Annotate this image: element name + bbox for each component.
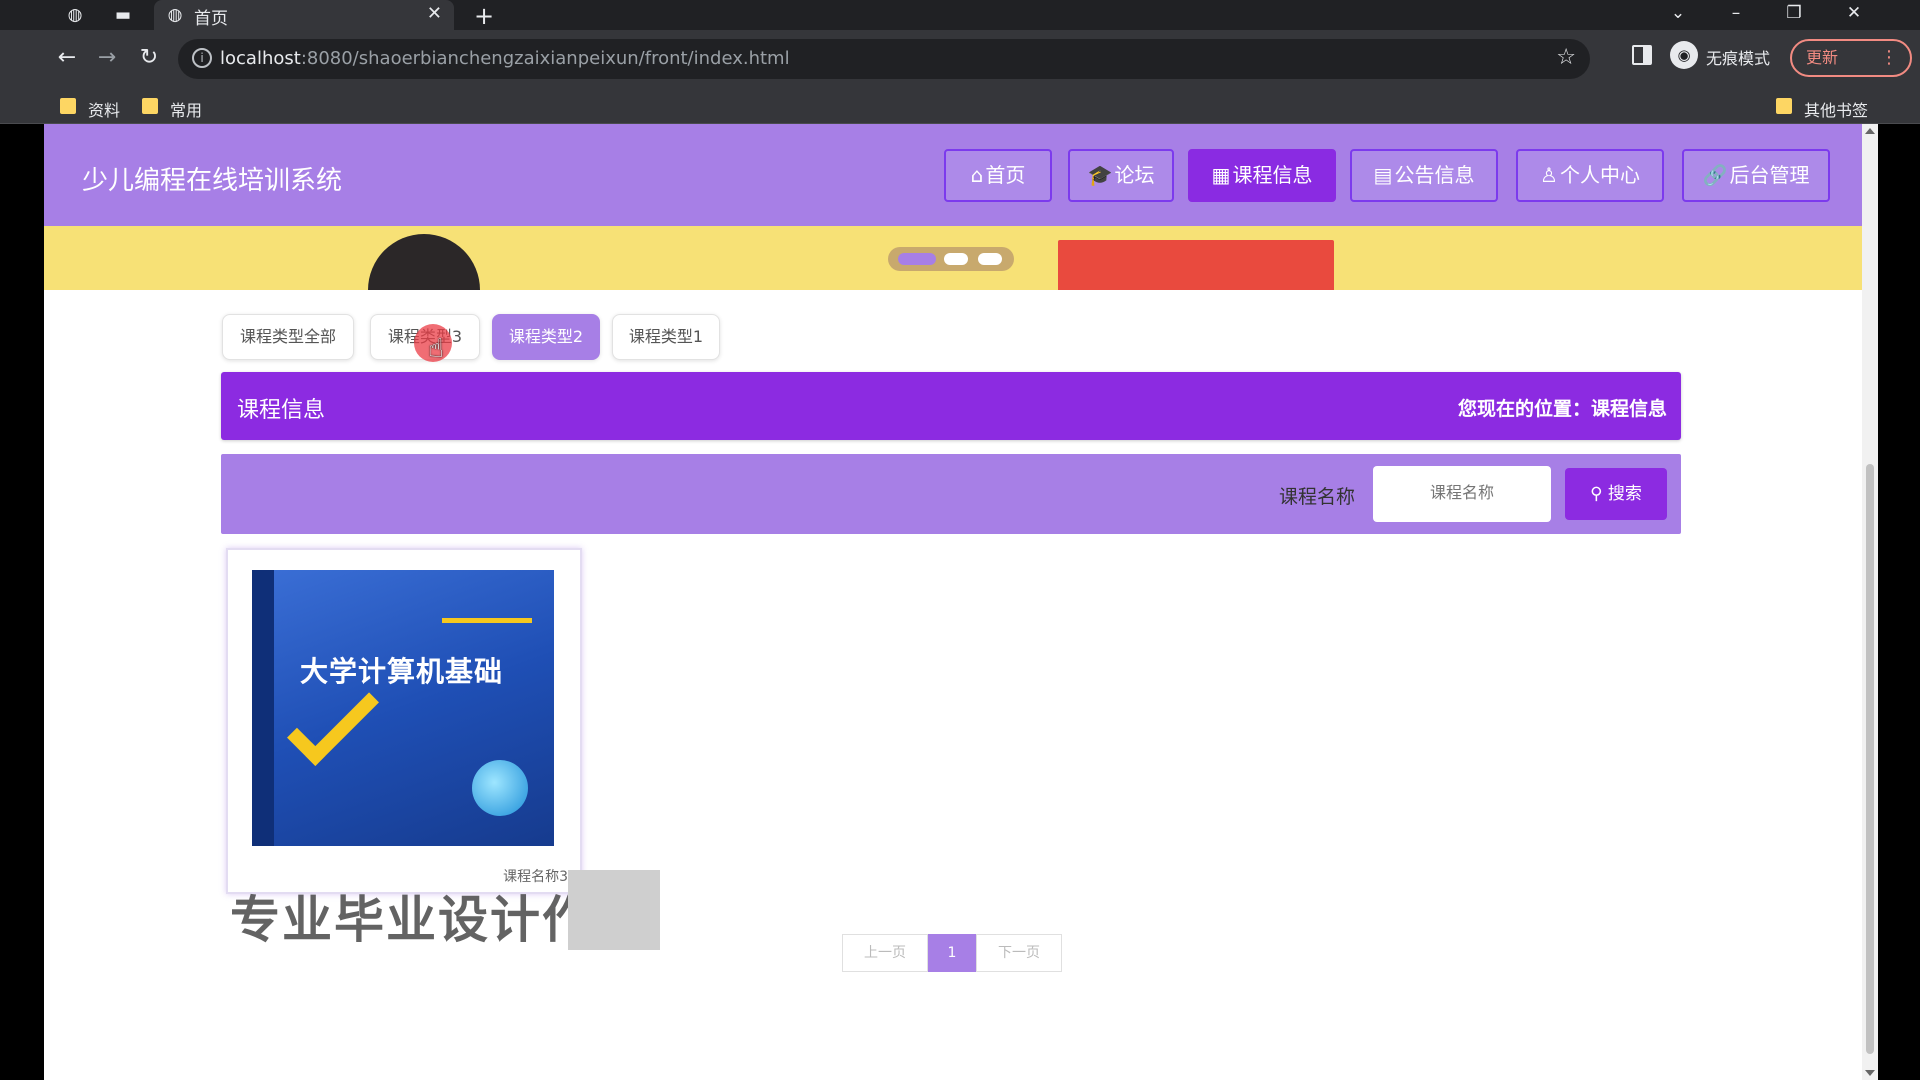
scroll-thumb[interactable] <box>1866 464 1874 1054</box>
folder-icon <box>1776 98 1792 114</box>
bookmark-folder[interactable]: 常用 <box>142 97 202 121</box>
search-bar: 课程名称 ⚲ 搜索 <box>221 454 1681 534</box>
graduation-cap-icon: 🎓 <box>1087 163 1113 187</box>
category-tab-all[interactable]: 课程类型全部 <box>222 314 354 360</box>
site-header: 少儿编程在线培训系统 ⌂ 首页 🎓 论坛 ▦ 课程信息 ▤ 公告信息 ♙ 个人中心 🔗 后台… <box>44 124 1862 226</box>
side-panel-icon[interactable] <box>1632 45 1652 65</box>
grid-icon: ▦ <box>1211 163 1231 187</box>
next-page-button[interactable]: 下一页 <box>976 934 1062 972</box>
tab-search-icon[interactable]: ▬ <box>112 4 134 26</box>
tab-close-icon[interactable]: ✕ <box>427 3 442 24</box>
bookmark-star-icon[interactable]: ☆ <box>1556 45 1576 70</box>
update-button[interactable]: 更新 ⋮ <box>1790 39 1912 77</box>
banner-figure <box>368 234 480 290</box>
prev-page-button[interactable]: 上一页 <box>842 934 928 972</box>
bookmark-folder[interactable]: 资料 <box>60 97 120 121</box>
incognito-icon[interactable]: ◉ <box>1670 41 1698 69</box>
url-text[interactable]: localhost:8080/shaoerbianchengzaixianpei… <box>220 48 790 69</box>
web-page: 少儿编程在线培训系统 ⌂ 首页 🎓 论坛 ▦ 课程信息 ▤ 公告信息 ♙ 个人中心 🔗 后台… <box>44 124 1862 1080</box>
nav-home[interactable]: ⌂ 首页 <box>944 149 1052 202</box>
browser-tab[interactable]: ◍ 首页 ✕ <box>154 0 454 30</box>
carousel-dot[interactable] <box>898 253 936 265</box>
category-tab-2[interactable]: 课程类型2 <box>492 314 600 360</box>
book-spine <box>252 570 274 846</box>
hand-cursor-icon: ☝ <box>428 334 444 364</box>
carousel-indicators <box>888 247 1014 271</box>
notice-icon: ▤ <box>1373 163 1393 187</box>
restore-icon[interactable]: ❐ <box>1766 0 1822 28</box>
window-close-icon[interactable]: ✕ <box>1826 0 1882 28</box>
address-bar[interactable]: i localhost:8080/shaoerbianchengzaixianp… <box>178 39 1590 79</box>
search-input[interactable] <box>1373 466 1551 522</box>
breadcrumb: 您现在的位置：课程信息 <box>1457 398 1667 420</box>
reload-icon[interactable]: ↻ <box>134 43 164 73</box>
nav-course-info[interactable]: ▦ 课程信息 <box>1188 149 1336 202</box>
search-label: 课程名称 <box>1279 486 1356 508</box>
scroll-down-icon[interactable] <box>1865 1070 1875 1076</box>
scroll-up-icon[interactable] <box>1865 128 1875 134</box>
category-tab-1[interactable]: 课程类型1 <box>612 314 720 360</box>
tab-favicon-icon: ◍ <box>167 5 183 25</box>
search-button[interactable]: ⚲ 搜索 <box>1565 468 1667 520</box>
book-cover-title: 大学计算机基础 <box>300 655 504 688</box>
course-cover-image[interactable]: 大学计算机基础 <box>252 570 554 846</box>
carousel-dot[interactable] <box>978 253 1002 265</box>
back-icon[interactable]: ← <box>52 43 82 73</box>
minimize-icon[interactable]: – <box>1708 0 1764 28</box>
nav-announcements[interactable]: ▤ 公告信息 <box>1350 149 1498 202</box>
carousel-dot[interactable] <box>944 253 968 265</box>
site-info-icon[interactable]: i <box>192 48 212 68</box>
nav-admin[interactable]: 🔗 后台管理 <box>1682 149 1830 202</box>
tab-list-chevron-icon[interactable]: ⌄ <box>1650 0 1706 28</box>
watermark-blur <box>568 870 660 950</box>
globe-graphic <box>472 760 528 816</box>
new-tab-icon[interactable]: + <box>474 2 494 30</box>
folder-icon <box>142 98 158 114</box>
other-bookmarks[interactable]: 其他书签 <box>1776 97 1868 121</box>
bookmarks-bar: 资料 常用 其他书签 <box>0 88 1920 124</box>
page-scrollbar[interactable] <box>1862 124 1878 1080</box>
course-card[interactable]: 大学计算机基础 课程名称3 <box>226 548 582 894</box>
browser-chrome: ◍ ▬ ◍ 首页 ✕ + ⌄ – ❐ ✕ ← → ↻ i localhost:8… <box>0 0 1920 124</box>
home-icon: ⌂ <box>970 163 984 187</box>
forward-icon[interactable]: → <box>92 43 122 73</box>
user-icon: ♙ <box>1540 163 1558 187</box>
menu-dots-icon[interactable]: ⋮ <box>1880 41 1898 75</box>
watermark-text: 专业毕业设计作 <box>230 891 594 949</box>
nav-personal-center[interactable]: ♙ 个人中心 <box>1516 149 1664 202</box>
page-number-button[interactable]: 1 <box>928 934 976 972</box>
globe-icon[interactable]: ◍ <box>64 4 86 26</box>
section-header: 课程信息 您现在的位置：课程信息 <box>221 372 1681 440</box>
tab-bar: ◍ ▬ ◍ 首页 ✕ + ⌄ – ❐ ✕ <box>0 0 1920 30</box>
banner-graphic <box>1058 240 1334 290</box>
browser-toolbar: ← → ↻ i localhost:8080/shaoerbianchengza… <box>0 30 1920 88</box>
book-arrow-graphic <box>442 618 532 640</box>
banner-carousel[interactable] <box>44 226 1862 290</box>
nav-forum[interactable]: 🎓 论坛 <box>1068 149 1174 202</box>
search-icon: ⚲ <box>1590 484 1603 504</box>
tab-title: 首页 <box>194 9 228 29</box>
section-title: 课程信息 <box>237 398 326 423</box>
incognito-label: 无痕模式 <box>1706 49 1771 68</box>
link-icon: 🔗 <box>1702 163 1728 187</box>
site-title: 少儿编程在线培训系统 <box>82 166 343 196</box>
folder-icon <box>60 98 76 114</box>
